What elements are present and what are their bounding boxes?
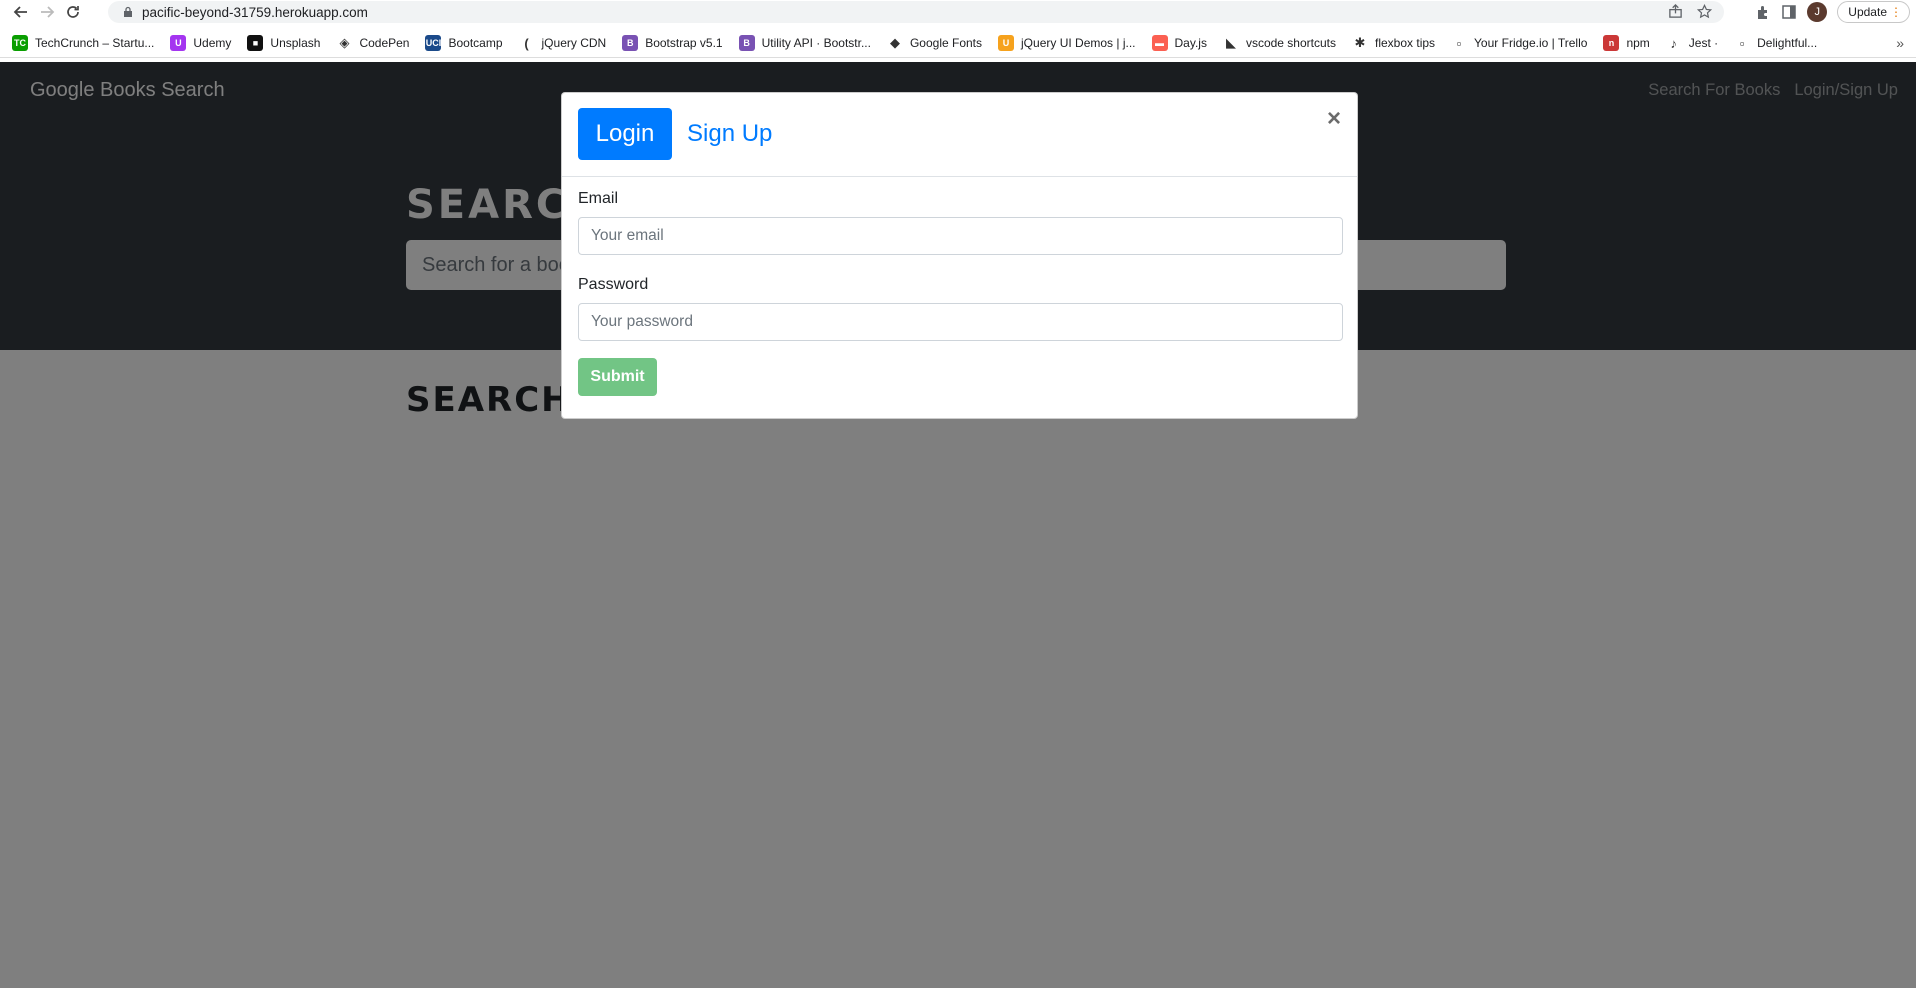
bookmark-label: CodePen xyxy=(359,36,410,50)
bookmark-label: jQuery UI Demos | j... xyxy=(1021,36,1136,50)
bookmark-label: Udemy xyxy=(193,36,232,50)
more-vertical-icon: ⋮ xyxy=(1890,5,1902,19)
close-icon[interactable]: × xyxy=(1327,107,1341,131)
bookmark-favicon-icon: TC xyxy=(12,35,28,51)
bookmark-favicon-icon: ▫ xyxy=(1734,35,1751,51)
bookmark-item[interactable]: ( jQuery CDN xyxy=(518,35,607,51)
bookmark-label: Google Fonts xyxy=(909,36,983,50)
bookmark-label: Your Fridge.io | Trello xyxy=(1474,36,1588,50)
arrow-left-icon xyxy=(13,6,27,18)
browser-toolbar: pacific-beyond-31759.herokuapp.com J Upd… xyxy=(0,0,1916,24)
bookmark-item[interactable]: ■ Unsplash xyxy=(247,35,320,51)
bookmark-label: Bootstrap v5.1 xyxy=(645,36,723,50)
bookmark-favicon-icon: ◈ xyxy=(336,35,353,51)
arrow-right-icon xyxy=(41,6,55,18)
bookmark-label: Jest · xyxy=(1688,36,1719,50)
bookmark-label: npm xyxy=(1626,36,1650,50)
bookmark-item[interactable]: B Utility API · Bootstr... xyxy=(738,35,871,51)
login-modal: Login Sign Up × Email Your email Passwor… xyxy=(561,92,1358,419)
bookmark-label: Delightful... xyxy=(1757,36,1818,50)
bookmark-label: jQuery CDN xyxy=(541,36,607,50)
url-text: pacific-beyond-31759.herokuapp.com xyxy=(142,4,368,20)
bookmark-label: Bootcamp xyxy=(448,36,503,50)
side-panel-icon[interactable] xyxy=(1781,4,1797,20)
bookmark-item[interactable]: TC TechCrunch – Startu... xyxy=(12,35,154,51)
bookmark-favicon-icon: B xyxy=(622,35,639,51)
bookmark-item[interactable]: B Bootstrap v5.1 xyxy=(622,35,723,51)
bookmark-favicon-icon: ▫ xyxy=(1451,35,1468,51)
reload-button[interactable] xyxy=(60,1,86,23)
bookmark-label: vscode shortcuts xyxy=(1245,36,1336,50)
bookmark-favicon-icon: n xyxy=(1603,35,1620,51)
bookmark-item[interactable]: ◆ Google Fonts xyxy=(886,35,983,51)
bookmark-item[interactable]: ▫ Delightful... xyxy=(1734,35,1817,51)
bookmark-favicon-icon: UCI xyxy=(425,35,442,51)
bookmark-favicon-icon: ▬ xyxy=(1151,35,1168,51)
star-icon[interactable] xyxy=(1697,4,1712,19)
bookmark-item[interactable]: ▬ Day.js xyxy=(1151,35,1207,51)
password-label: Password xyxy=(578,276,649,293)
update-button[interactable]: Update ⋮ xyxy=(1837,1,1910,23)
bookmark-favicon-icon: ◣ xyxy=(1222,35,1239,51)
tab-signup[interactable]: Sign Up xyxy=(687,108,772,160)
bookmarks-bar: TC TechCrunch – Startu... U Udemy ■ Unsplash ◈… xyxy=(0,29,1916,58)
bookmark-favicon-icon: U xyxy=(998,35,1015,51)
bookmark-favicon-icon: ✱ xyxy=(1352,35,1368,51)
address-bar[interactable]: pacific-beyond-31759.herokuapp.com xyxy=(108,1,1724,23)
bookmark-item[interactable]: ✱ flexbox tips xyxy=(1352,35,1435,51)
bookmark-favicon-icon: ■ xyxy=(247,35,264,51)
back-button[interactable] xyxy=(8,1,34,23)
tab-login[interactable]: Login xyxy=(578,108,672,160)
bookmark-label: Unsplash xyxy=(270,36,321,50)
bookmark-label: TechCrunch – Startu... xyxy=(35,36,155,50)
extensions-icon[interactable] xyxy=(1755,4,1771,20)
lock-icon xyxy=(124,6,132,17)
reload-icon xyxy=(67,6,79,18)
submit-button[interactable]: Submit xyxy=(578,358,657,396)
bookmark-item[interactable]: ◣ vscode shortcuts xyxy=(1222,35,1336,51)
update-label: Update xyxy=(1848,5,1887,19)
bookmark-label: flexbox tips xyxy=(1375,36,1436,50)
bookmark-favicon-icon: ♪ xyxy=(1665,35,1682,51)
bookmark-item[interactable]: UjQuery UI Demos | j... xyxy=(998,35,1136,51)
bookmark-favicon-icon: U xyxy=(170,35,187,51)
bookmark-item[interactable]: U Udemy xyxy=(170,35,231,51)
password-field[interactable]: Your password xyxy=(578,303,1343,341)
bookmark-favicon-icon: ◆ xyxy=(886,35,903,51)
modal-header: Login Sign Up × xyxy=(562,93,1357,177)
bookmark-favicon-icon: ( xyxy=(518,35,535,51)
chevron-double-right-icon[interactable]: » xyxy=(1896,35,1904,51)
bookmark-label: Day.js xyxy=(1174,36,1207,50)
email-field[interactable]: Your email xyxy=(578,217,1343,255)
bookmark-item[interactable]: ▫ Your Fridge.io | Trello xyxy=(1451,35,1587,51)
bookmark-item[interactable]: n npm xyxy=(1603,35,1650,51)
bookmark-item[interactable]: ◈ CodePen xyxy=(336,35,409,51)
bookmark-label: Utility API · Bootstr... xyxy=(761,36,871,50)
bookmark-item[interactable]: UCI Bootcamp xyxy=(425,35,503,51)
bookmark-item[interactable]: ♪ Jest · xyxy=(1665,35,1719,51)
email-label: Email xyxy=(578,190,619,207)
forward-button[interactable] xyxy=(34,1,60,23)
bookmark-favicon-icon: B xyxy=(738,35,755,51)
share-icon[interactable] xyxy=(1668,4,1683,19)
profile-avatar[interactable]: J xyxy=(1807,2,1828,22)
